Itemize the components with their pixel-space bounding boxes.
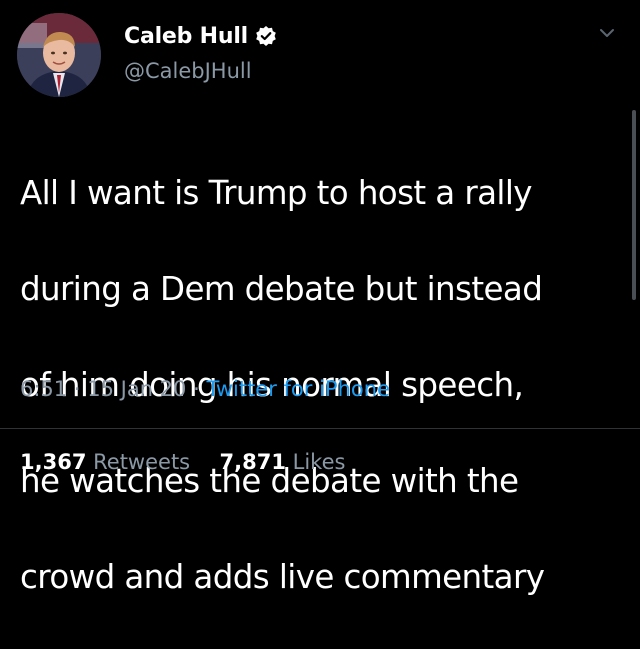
chevron-down-icon[interactable] — [596, 22, 618, 44]
tweet-card: Caleb Hull @CalebJHull All I want is Tru… — [0, 0, 640, 596]
likes-stat[interactable]: 7,871 Likes — [220, 450, 346, 474]
divider — [0, 428, 640, 429]
tweet-meta: 6:51 · 15 Jan 20 · Twitter for iPhone — [20, 377, 390, 401]
meta-separator: · — [73, 377, 81, 401]
likes-label: Likes — [292, 450, 346, 474]
tweet-time[interactable]: 6:51 — [20, 377, 67, 401]
retweets-label: Retweets — [93, 450, 191, 474]
tweet-text-line: during a Dem debate but instead — [20, 270, 543, 308]
likes-count: 7,871 — [219, 450, 286, 474]
tweet-date[interactable]: 15 Jan 20 — [87, 377, 186, 401]
retweets-count: 1,367 — [20, 450, 87, 474]
author-row[interactable]: Caleb Hull — [124, 20, 277, 52]
tweet-stats: 1,367 Retweets 7,871 Likes — [20, 450, 345, 474]
avatar[interactable] — [17, 13, 101, 97]
meta-separator: · — [193, 377, 200, 401]
tweet-text-line: crowd and adds live commentary — [20, 558, 545, 596]
verified-badge-icon — [255, 25, 277, 47]
tweet-source-link[interactable]: Twitter for iPhone — [206, 377, 390, 401]
display-name[interactable]: Caleb Hull — [124, 24, 248, 49]
scrollbar[interactable] — [632, 110, 636, 300]
author-handle[interactable]: @CalebJHull — [124, 59, 252, 83]
tweet-text-line: All I want is Trump to host a rally — [20, 174, 533, 212]
retweets-stat[interactable]: 1,367 Retweets — [20, 450, 197, 474]
profile-photo-icon — [17, 13, 101, 97]
